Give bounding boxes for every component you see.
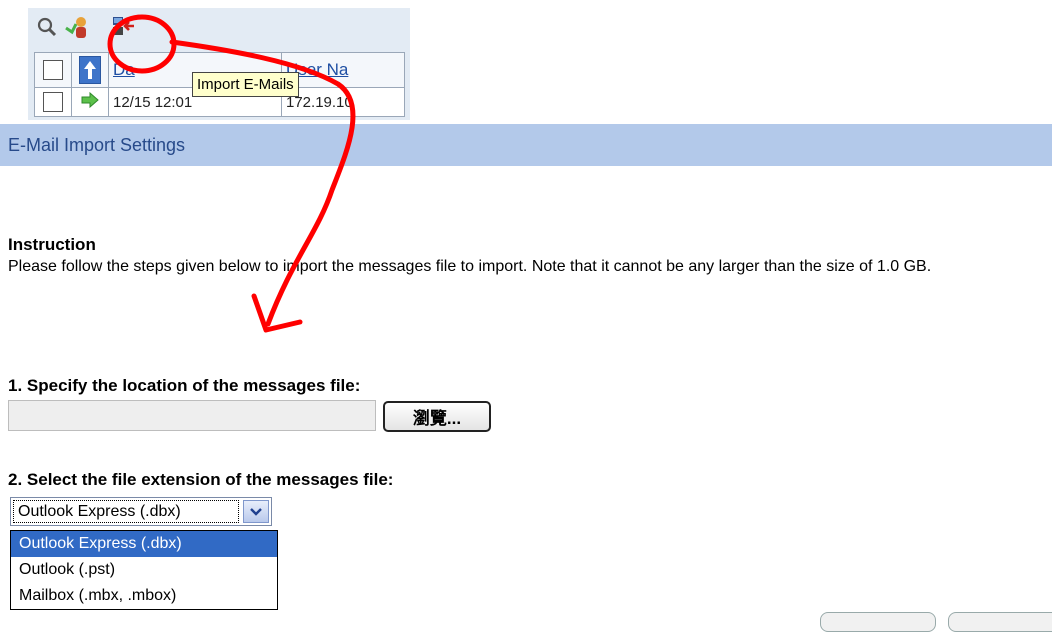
toolbar-inset: Da User Na 12/15 12:01 172.19.10 Import … [28, 8, 410, 120]
sort-cell [71, 52, 109, 88]
browse-button[interactable]: 瀏覽... [383, 401, 491, 432]
step1-label: 1. Specify the location of the messages … [8, 376, 361, 395]
option-outlook-express[interactable]: Outlook Express (.dbx) [11, 531, 277, 557]
chevron-down-icon[interactable] [243, 500, 269, 523]
option-mailbox[interactable]: Mailbox (.mbx, .mbox) [11, 583, 277, 609]
settings-title-bar: E-Mail Import Settings [0, 124, 1052, 166]
instruction-text: Please follow the steps given below to i… [8, 258, 932, 275]
row-user-name: 172.19.10 [281, 87, 405, 117]
select-all-checkbox[interactable] [43, 60, 63, 81]
user-import-icon[interactable] [64, 14, 90, 40]
page-title: E-Mail Import Settings [8, 135, 186, 155]
messages-file-input[interactable] [8, 400, 376, 431]
row-checkbox-cell [34, 87, 72, 117]
row-status-cell [71, 87, 109, 117]
instruction-heading: Instruction [8, 235, 96, 254]
row-checkbox[interactable] [43, 92, 63, 112]
file-extension-select[interactable]: Outlook Express (.dbx) [10, 497, 272, 526]
select-all-cell [34, 52, 72, 88]
user-name-column-header[interactable]: User Na [281, 52, 405, 88]
import-button[interactable] [820, 612, 936, 632]
cancel-button[interactable] [948, 612, 1052, 632]
selected-extension: Outlook Express (.dbx) [13, 500, 239, 523]
import-emails-tooltip: Import E-Mails [192, 72, 299, 97]
annotation-arrowhead [251, 293, 303, 333]
green-arrow-icon [81, 91, 99, 109]
option-outlook-pst[interactable]: Outlook (.pst) [11, 557, 277, 583]
step2-label: 2. Select the file extension of the mess… [8, 470, 394, 489]
import-emails-icon[interactable] [110, 14, 136, 40]
sort-up-icon[interactable] [79, 56, 101, 84]
search-icon[interactable] [34, 14, 60, 40]
file-extension-dropdown: Outlook Express (.dbx) Outlook (.pst) Ma… [10, 530, 278, 610]
